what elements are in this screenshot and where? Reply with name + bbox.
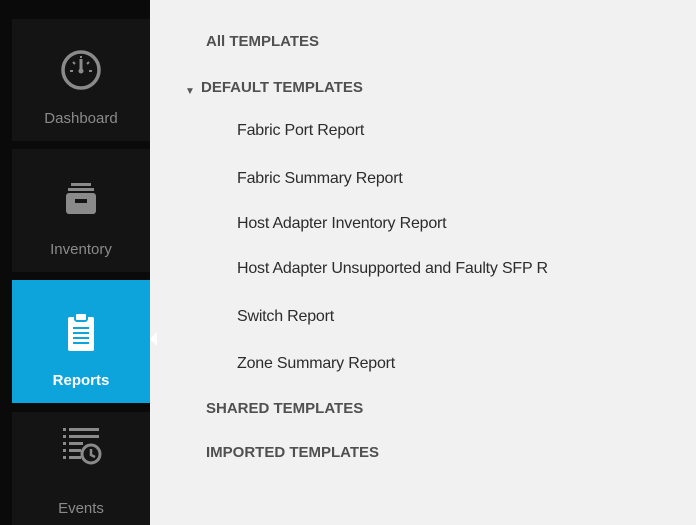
- inventory-box-icon: [61, 179, 101, 224]
- nav-inventory-label: Inventory: [50, 241, 112, 258]
- sidebar: Dashboard Inventory Reports Events: [0, 0, 175, 525]
- nav-events-label: Events: [58, 500, 104, 517]
- nav-inventory[interactable]: Inventory: [12, 149, 150, 272]
- nav-events[interactable]: Events: [12, 412, 150, 525]
- all-templates-node[interactable]: All TEMPLATES: [206, 33, 319, 50]
- template-item[interactable]: Zone Summary Report: [237, 355, 395, 373]
- template-item[interactable]: Host Adapter Unsupported and Faulty SFP …: [237, 260, 548, 278]
- template-item[interactable]: Fabric Summary Report: [237, 170, 403, 188]
- template-item[interactable]: Switch Report: [237, 308, 334, 326]
- speedometer-icon: [60, 49, 102, 96]
- default-templates-node[interactable]: DEFAULT TEMPLATES: [201, 79, 363, 96]
- nav-reports[interactable]: Reports: [12, 280, 150, 403]
- nav-reports-label: Reports: [52, 372, 110, 389]
- clipboard-icon: [64, 310, 98, 359]
- template-item[interactable]: Host Adapter Inventory Report: [237, 215, 447, 233]
- selected-indicator-caret: [150, 332, 157, 346]
- imported-templates-node[interactable]: IMPORTED TEMPLATES: [206, 444, 379, 461]
- shared-templates-node[interactable]: SHARED TEMPLATES: [206, 400, 363, 417]
- event-list-clock-icon: [59, 424, 103, 473]
- expand-triangle-icon[interactable]: ▼: [185, 86, 195, 97]
- templates-tree: All TEMPLATES ▼ DEFAULT TEMPLATES Fabric…: [175, 0, 696, 525]
- template-item[interactable]: Fabric Port Report: [237, 122, 364, 140]
- nav-dashboard-label: Dashboard: [44, 110, 118, 127]
- nav-dashboard[interactable]: Dashboard: [12, 19, 150, 141]
